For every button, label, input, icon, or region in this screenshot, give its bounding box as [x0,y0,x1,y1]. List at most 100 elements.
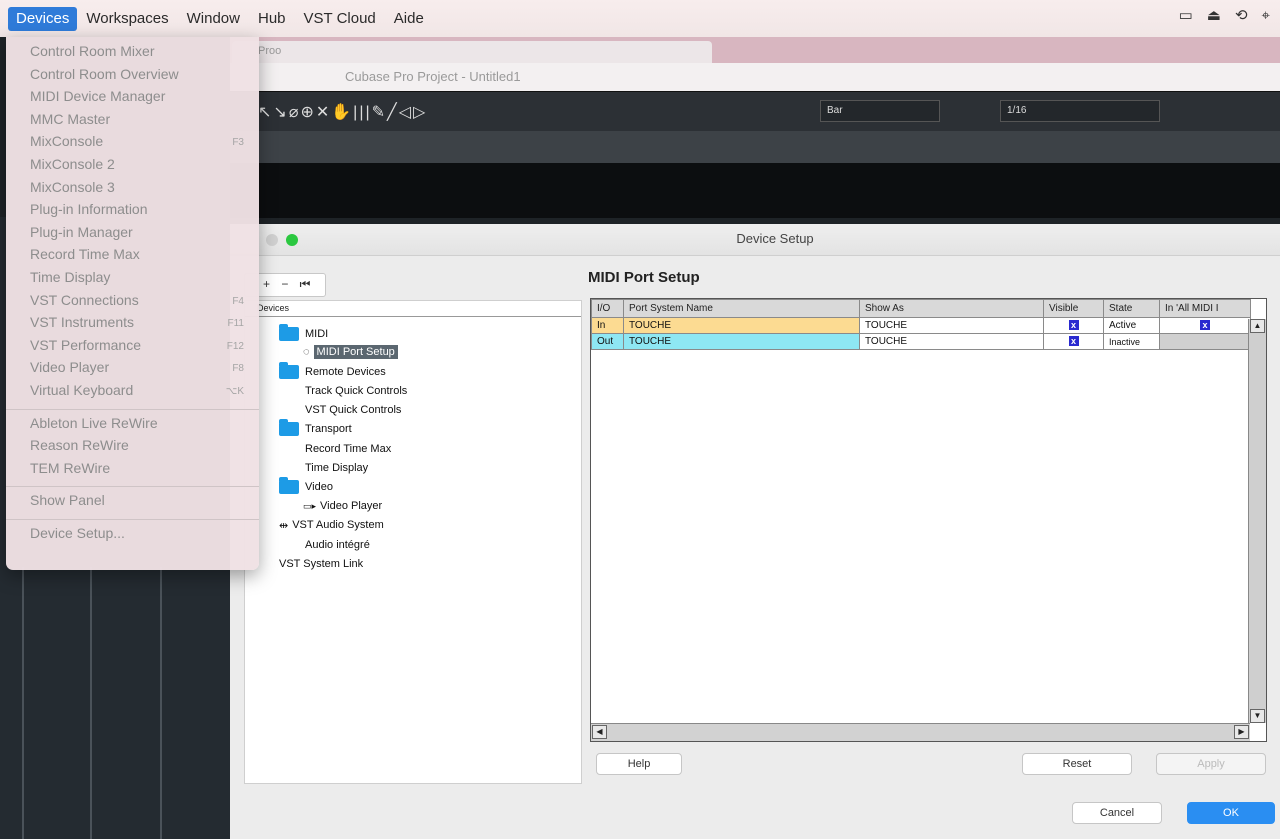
tree-item-label: Track Quick Controls [305,385,408,397]
folder-icon [279,362,299,379]
tree-item-label: Video Player [320,500,383,512]
menu-item-plug-in-information[interactable]: Plug-in Information [30,201,244,223]
menu-item-mixconsole-3[interactable]: MixConsole 3 [30,179,244,201]
quantize-select[interactable]: 1/16 [1000,100,1160,122]
menu-item-virtual-keyboard[interactable]: Virtual Keyboard ⌥K [30,382,244,404]
tree-item-video-player[interactable]: ▭▸ Video Player [303,497,382,515]
menu-aide[interactable]: Aide [385,7,433,31]
menu-item-label: Plug-in Manager [30,223,133,240]
tree-item-vst-system-link[interactable]: VST System Link [279,555,363,573]
menu-item-shortcut: ⌥K [225,386,244,397]
menu-window[interactable]: Window [178,7,249,31]
project-tab[interactable]: Proo [232,41,712,63]
column-header[interactable]: Visible [1043,299,1104,318]
accessibility-icon[interactable]: ⌖ [1262,7,1270,24]
display-icon[interactable]: ▭ [1179,6,1193,24]
ok-button[interactable]: OK [1187,802,1275,824]
menu-separator [6,519,259,520]
column-header[interactable]: In 'All MIDI I [1159,299,1251,318]
column-header[interactable]: I/O [591,299,624,318]
menu-item-label: MixConsole 3 [30,178,115,195]
state-cell: Active [1103,317,1160,334]
column-header[interactable]: State [1103,299,1160,318]
menu-item-time-display[interactable]: Time Display [30,269,244,291]
menu-item-mixconsole-2[interactable]: MixConsole 2 [30,156,244,178]
project-window-title: Cubase Pro Project - Untitled1 [230,63,1280,91]
tree-item-midi-port-setup[interactable]: ◌ MIDI Port Setup [303,343,398,361]
menu-item-label: Time Display [30,269,111,285]
tree-item-record-time-max[interactable]: Record Time Max [305,440,391,458]
dialog-title: Device Setup [230,224,1280,256]
menu-item-reason-rewire[interactable]: Reason ReWire [30,437,244,459]
minimize-button[interactable] [266,234,278,246]
menu-item-vst-instruments[interactable]: VST Instruments F11 [30,314,244,336]
port-name-cell: TOUCHE [623,317,860,334]
menu-item-label: MMC Master [30,110,111,127]
menu-item-device-setup[interactable]: Device Setup... [30,525,244,547]
all-midi-checkbox[interactable]: x [1159,317,1251,334]
edit-tools[interactable]: ↖↘⌀⊕✕✋|||✎╱◁▷ [258,102,427,122]
horizontal-scrollbar[interactable]: ◀ ▶ [591,723,1250,741]
scroll-up-icon[interactable]: ▲ [1250,319,1265,333]
tree-item-audio-integre[interactable]: Audio intégré [305,536,370,554]
menu-item-plug-in-manager[interactable]: Plug-in Manager [30,224,244,246]
menu-vst-cloud[interactable]: VST Cloud [295,7,385,31]
menu-item-mmc-master[interactable]: MMC Master [30,111,244,133]
table-row[interactable]: Out TOUCHE TOUCHE x Inactive [591,333,1251,350]
tree-item-vst-audio-system[interactable]: ⇹ VST Audio System [279,516,384,534]
scroll-down-icon[interactable]: ▼ [1250,709,1265,723]
help-button[interactable]: Help [596,753,682,775]
menu-item-record-time-max[interactable]: Record Time Max [30,246,244,268]
column-header[interactable]: Port System Name [623,299,860,318]
scroll-left-icon[interactable]: ◀ [592,725,607,739]
midi-port-icon: ◌ [303,346,310,358]
menu-item-mixconsole[interactable]: MixConsole F3 [30,133,244,155]
menu-item-tem-rewire[interactable]: TEM ReWire [30,460,244,482]
menu-item-label: TEM ReWire [30,459,111,476]
menu-item-label: Control Room Mixer [30,43,155,59]
reset-button[interactable]: Reset [1022,753,1132,775]
table-row[interactable]: In TOUCHE TOUCHE x Active x [591,317,1251,334]
menu-item-label: MixConsole 2 [30,156,115,172]
tree-item-midi[interactable]: MIDI [279,324,328,343]
snap-type-select[interactable]: Bar [820,100,940,122]
menu-item-shortcut: F11 [227,318,245,330]
time-machine-icon[interactable]: ⟲ [1235,6,1248,24]
menu-workspaces[interactable]: Workspaces [77,7,177,31]
tree-item-track-quick-controls[interactable]: Track Quick Controls [305,382,407,400]
checkbox-checked-icon: x [1068,320,1079,330]
menu-item-video-player[interactable]: Video Player F8 [30,359,244,381]
menu-item-label: Show Panel [30,492,105,509]
menu-item-midi-device-manager[interactable]: MIDI Device Manager [30,88,244,110]
tree-item-vst-quick-controls[interactable]: VST Quick Controls [305,401,401,419]
tree-item-video[interactable]: Video [279,477,333,496]
visible-checkbox[interactable]: x [1043,317,1104,334]
folder-icon [279,419,299,436]
eject-icon[interactable]: ⏏ [1207,6,1221,24]
show-as-cell[interactable]: TOUCHE [859,333,1044,350]
tree-item-time-display[interactable]: Time Display [305,459,368,477]
visible-checkbox[interactable]: x [1043,333,1104,350]
scroll-right-icon[interactable]: ▶ [1234,725,1249,739]
track-divider [22,567,24,839]
menu-item-label: Record Time Max [30,246,140,263]
tree-item-transport[interactable]: Transport [279,419,352,438]
cancel-button[interactable]: Cancel [1072,802,1162,824]
apply-button[interactable]: Apply [1156,753,1266,775]
menu-hub[interactable]: Hub [249,7,295,31]
menu-item-shortcut: F3 [232,137,244,149]
menu-item-vst-performance[interactable]: VST Performance F12 [30,337,244,359]
menu-item-vst-connections[interactable]: VST Connections F4 [30,292,244,314]
show-as-cell[interactable]: TOUCHE [859,317,1044,334]
menu-devices[interactable]: Devices [8,6,78,31]
status-tray: ▭ ⏏ ⟲ ⌖ [1179,6,1270,25]
menu-item-ableton-live-rewire[interactable]: Ableton Live ReWire [30,415,244,437]
column-header[interactable]: Show As [859,299,1044,318]
menu-item-control-room-mixer[interactable]: Control Room Mixer [30,43,244,65]
info-line [230,131,1280,163]
zoom-button[interactable] [286,234,298,246]
vertical-scrollbar[interactable]: ▲ ▼ [1248,319,1266,723]
tree-item-remote-devices[interactable]: Remote Devices [279,362,386,381]
menu-item-control-room-overview[interactable]: Control Room Overview [30,66,244,88]
menu-item-show-panel[interactable]: Show Panel [30,492,244,514]
